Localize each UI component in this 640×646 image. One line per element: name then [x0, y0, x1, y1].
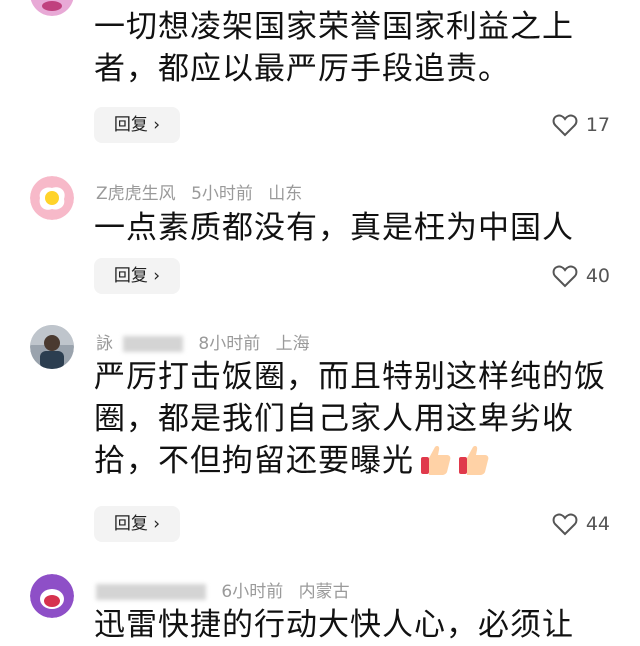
- timestamp: 8小时前: [198, 334, 261, 354]
- comment-text: 迅雷快捷的行动大快人心，必须让: [94, 607, 574, 643]
- redacted-name: [123, 336, 183, 352]
- comment-meta: Z虎虎生风 5小时前 山东: [96, 179, 312, 204]
- avatar[interactable]: [30, 176, 74, 220]
- reply-button[interactable]: 回复 ›: [94, 107, 180, 143]
- location: 山东: [268, 184, 303, 204]
- like-button[interactable]: 40: [552, 261, 610, 291]
- thumbs-up-emoji-icon: [459, 446, 489, 475]
- thumbs-up-emoji-icon: [421, 446, 451, 475]
- timestamp: 5小时前: [191, 184, 253, 204]
- avatar[interactable]: [30, 325, 74, 369]
- like-count: 44: [585, 513, 610, 535]
- comment-text: 严厉打击饭圈，而且特别这样纯的饭圈，都是我们自己家人用这卑劣收拾，不但拘留还要曝…: [94, 356, 614, 482]
- comment-meta: 詠 8小时前 上海: [96, 329, 320, 354]
- like-button[interactable]: 17: [552, 110, 610, 140]
- location: 上海: [275, 334, 310, 354]
- username[interactable]: 詠: [96, 334, 113, 354]
- redacted-name: [96, 584, 206, 600]
- avatar[interactable]: [30, 0, 74, 16]
- like-button[interactable]: 44: [552, 509, 610, 539]
- comment-text: 一切想凌架国家荣誉国家利益之上者，都应以最严厉手段追责。: [94, 9, 574, 87]
- comment-text: 一点素质都没有，真是枉为中国人: [94, 210, 574, 246]
- timestamp: 6小时前: [221, 582, 284, 602]
- location: 内蒙古: [298, 582, 350, 602]
- avatar[interactable]: [30, 574, 74, 618]
- heart-outline-icon: [552, 513, 578, 536]
- comment-text-body: 严厉打击饭圈，而且特别这样纯的饭圈，都是我们自己家人用这卑劣收拾，不但拘留还要曝…: [94, 359, 606, 479]
- username[interactable]: Z虎虎生风: [96, 184, 176, 204]
- comment-meta: 6小时前 内蒙古: [96, 577, 360, 602]
- like-count: 40: [585, 265, 610, 287]
- reply-button[interactable]: 回复 ›: [94, 258, 180, 294]
- like-count: 17: [585, 114, 610, 136]
- reply-button[interactable]: 回复 ›: [94, 506, 180, 542]
- heart-outline-icon: [552, 114, 578, 137]
- heart-outline-icon: [552, 265, 578, 288]
